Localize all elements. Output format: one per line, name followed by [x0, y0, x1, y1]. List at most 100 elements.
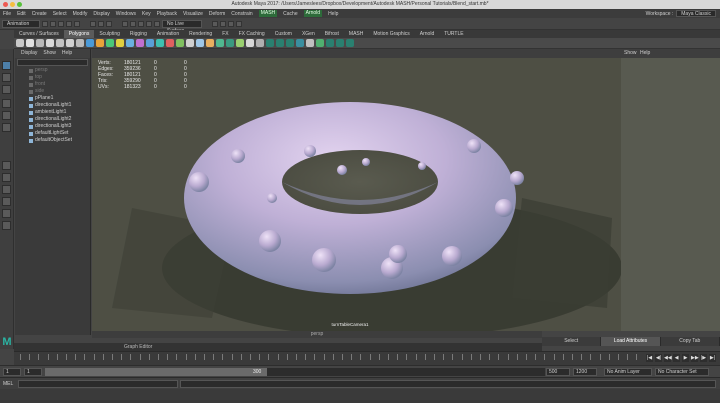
menu-constrain[interactable]: Constrain	[231, 11, 252, 17]
time-slider[interactable]: |◀ ◀| ◀◀ ◀ ▶ ▶▶ |▶ ▶|	[14, 351, 720, 365]
menu-visualize[interactable]: Visualize	[183, 11, 203, 17]
menu-set-dropdown[interactable]: Animation	[2, 19, 40, 28]
outliner-item[interactable]: directionalLight1	[15, 102, 90, 109]
outliner-menu-help[interactable]: Help	[62, 49, 72, 58]
shelf-tool-icon[interactable]	[66, 39, 74, 47]
close-window-icon[interactable]	[3, 2, 8, 7]
shelf-tool-icon[interactable]	[296, 39, 304, 47]
shelf-tool-icon[interactable]	[336, 39, 344, 47]
shelf-tool-icon[interactable]	[266, 39, 274, 47]
outliner-item[interactable]: defaultObjectSet	[15, 137, 90, 144]
menu-modify[interactable]: Modify	[73, 11, 88, 17]
shelf-tool-icon[interactable]	[346, 39, 354, 47]
shelf-tool-icon[interactable]	[36, 39, 44, 47]
anim-layer-field[interactable]: No Anim Layer	[604, 368, 652, 376]
select-by-object-icon[interactable]	[98, 20, 104, 27]
playback-button[interactable]: ▶▶	[691, 354, 699, 362]
shelf-tool-icon[interactable]	[106, 39, 114, 47]
shelf-tool-icon[interactable]	[116, 39, 124, 47]
tab-arnold[interactable]: Arnold	[415, 30, 439, 38]
paint-select-icon[interactable]	[2, 85, 11, 94]
shelf-tool-icon[interactable]	[276, 39, 284, 47]
shelf-tool-icon[interactable]	[96, 39, 104, 47]
shelf-tool-icon[interactable]	[236, 39, 244, 47]
viewport-menu-show[interactable]: Show	[624, 49, 637, 58]
shelf-tool-icon[interactable]	[256, 39, 264, 47]
viewport[interactable]	[92, 58, 621, 331]
menu-create[interactable]: Create	[32, 11, 47, 17]
max-frame-field[interactable]: 1200	[573, 368, 597, 376]
lasso-tool-icon[interactable]	[2, 73, 11, 82]
menu-display[interactable]: Display	[93, 11, 109, 17]
outliner-item[interactable]: top	[15, 74, 90, 81]
render-settings-icon[interactable]	[228, 20, 234, 27]
snap-view-plane-icon[interactable]	[146, 20, 152, 27]
outliner-menu-display[interactable]: Display	[21, 49, 37, 58]
shelf-tool-icon[interactable]	[216, 39, 224, 47]
render-frame-icon[interactable]	[212, 20, 218, 27]
shelf-tool-icon[interactable]	[16, 39, 24, 47]
move-tool-icon[interactable]	[2, 99, 11, 108]
select-button[interactable]: Select	[542, 337, 602, 346]
shelf-tool-icon[interactable]	[76, 39, 84, 47]
menu-mash[interactable]: MASH	[258, 10, 278, 17]
copy-tab-button[interactable]: Copy Tab	[661, 337, 720, 346]
shelf-tool-icon[interactable]	[26, 39, 34, 47]
shelf-tool-icon[interactable]	[316, 39, 324, 47]
range-slider[interactable]: 300	[45, 368, 545, 376]
outliner-item[interactable]: defaultLightSet	[15, 130, 90, 137]
tab-sculpting[interactable]: Sculpting	[94, 30, 125, 38]
menu-file[interactable]: File	[3, 11, 11, 17]
menu-edit[interactable]: Edit	[17, 11, 26, 17]
tab-animation[interactable]: Animation	[152, 30, 184, 38]
outliner-item[interactable]: pPlane1	[15, 95, 90, 102]
shelf-tool-icon[interactable]	[56, 39, 64, 47]
tab-xgen[interactable]: XGen	[297, 30, 320, 38]
shelf-tool-icon[interactable]	[226, 39, 234, 47]
playback-button[interactable]: ◀	[673, 354, 680, 362]
tab-polygons[interactable]: Polygons	[63, 30, 95, 38]
outliner-item[interactable]: persp	[15, 67, 90, 74]
playback-button[interactable]: ▶|	[709, 354, 716, 362]
shelf-tool-icon[interactable]	[196, 39, 204, 47]
tab-rigging[interactable]: Rigging	[125, 30, 152, 38]
rotate-tool-icon[interactable]	[2, 111, 11, 120]
outliner-item[interactable]: side	[15, 88, 90, 95]
shelf-tool-icon[interactable]	[126, 39, 134, 47]
playback-button[interactable]: |▶	[700, 354, 707, 362]
range-slider-handle[interactable]	[45, 368, 267, 376]
shelf-tool-icon[interactable]	[146, 39, 154, 47]
start-frame-field[interactable]: 1	[3, 368, 21, 376]
shelf-tool-icon[interactable]	[186, 39, 194, 47]
hypershade-layout-icon[interactable]	[2, 221, 11, 230]
tab-turtle[interactable]: TURTLE	[439, 30, 468, 38]
menu-deform[interactable]: Deform	[209, 11, 225, 17]
end-frame-field[interactable]: 500	[546, 368, 570, 376]
playback-button[interactable]: ◀|	[655, 354, 662, 362]
playback-button[interactable]: |◀	[646, 354, 653, 362]
make-live-icon[interactable]	[154, 20, 160, 27]
open-scene-icon[interactable]	[50, 20, 56, 27]
tab-rendering[interactable]: Rendering	[184, 30, 217, 38]
menu-help[interactable]: Help	[328, 11, 338, 17]
menu-select[interactable]: Select	[53, 11, 67, 17]
menu-key[interactable]: Key	[142, 11, 151, 17]
tab-fx-caching[interactable]: FX Caching	[234, 30, 270, 38]
tab-fx[interactable]: FX	[217, 30, 233, 38]
shelf-tool-icon[interactable]	[176, 39, 184, 47]
menu-arnold[interactable]: Arnold	[303, 10, 323, 17]
tab-motion-graphics[interactable]: Motion Graphics	[368, 30, 414, 38]
range-start-field[interactable]: 1	[24, 368, 42, 376]
mel-input[interactable]	[18, 380, 178, 388]
select-by-hierarchy-icon[interactable]	[90, 20, 96, 27]
snap-curve-icon[interactable]	[130, 20, 136, 27]
undo-icon[interactable]	[66, 20, 72, 27]
menu-windows[interactable]: Windows	[116, 11, 136, 17]
outliner-item[interactable]: ambientLight1	[15, 109, 90, 116]
outliner-item[interactable]: directionalLight3	[15, 123, 90, 130]
playback-button[interactable]: ◀◀	[664, 354, 672, 362]
load-attributes-button[interactable]: Load Attributes	[601, 337, 661, 346]
tab-custom[interactable]: Custom	[270, 30, 297, 38]
playback-button[interactable]: ▶	[682, 354, 689, 362]
zoom-window-icon[interactable]	[17, 2, 22, 7]
